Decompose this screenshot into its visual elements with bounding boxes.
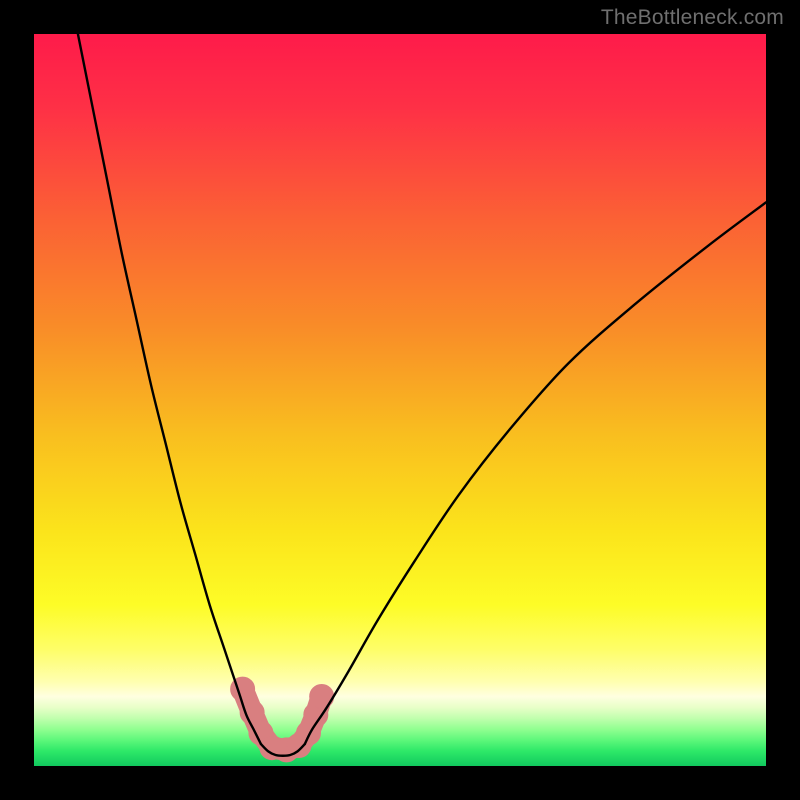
chart-frame: TheBottleneck.com [0,0,800,800]
marker-dot [310,684,334,708]
watermark-text: TheBottleneck.com [601,6,784,30]
left-curve [78,34,261,744]
curve-layer [34,34,766,766]
plot-area [34,34,766,766]
right-curve [305,202,766,744]
